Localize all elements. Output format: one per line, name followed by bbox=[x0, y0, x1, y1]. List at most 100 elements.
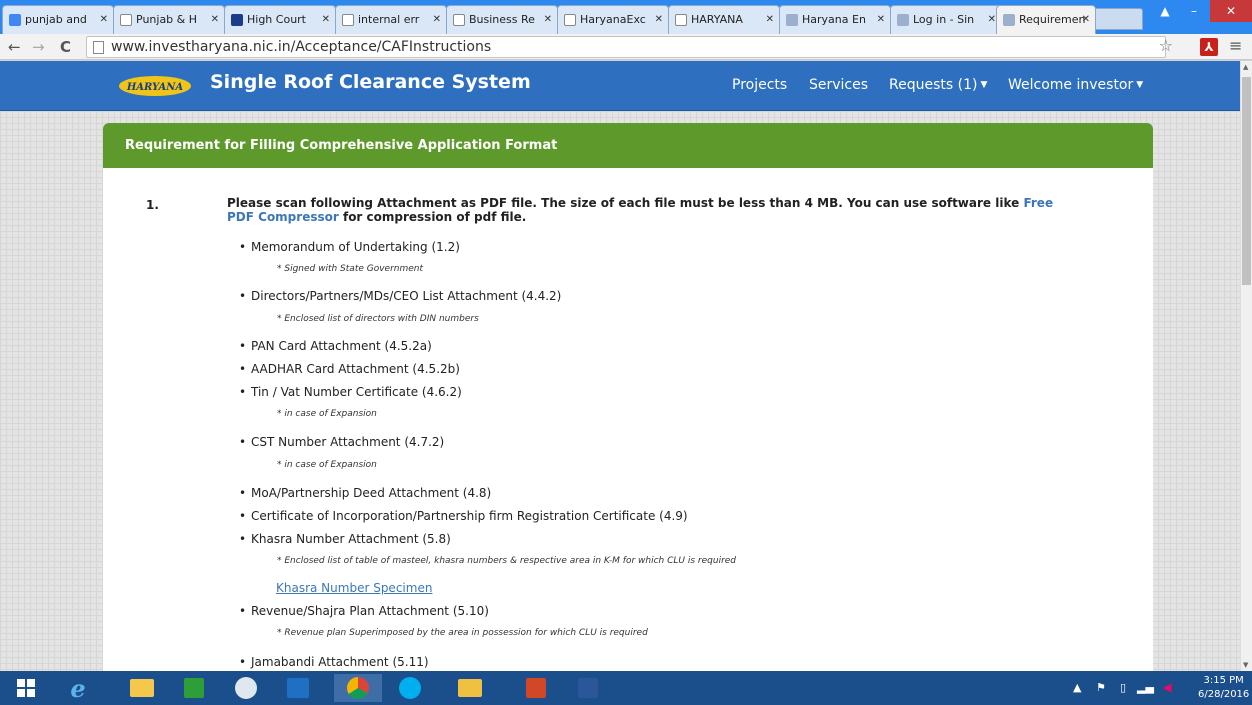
site-navbar: HARYANA Single Roof Clearance System Pro… bbox=[0, 61, 1240, 111]
close-tab-icon[interactable]: ✕ bbox=[766, 6, 774, 34]
khasra-specimen-link[interactable]: Khasra Number Specimen bbox=[276, 581, 432, 595]
browser-tab[interactable]: Log in - Sin ✕ bbox=[890, 5, 1002, 34]
scroll-down-icon[interactable]: ▼ bbox=[1243, 661, 1248, 669]
list-item: • Certificate of Incorporation/Partnershi… bbox=[239, 509, 688, 523]
powerpoint-icon[interactable] bbox=[512, 674, 560, 702]
list-item-note: * Revenue plan Superimposed by the area … bbox=[277, 628, 648, 638]
scrollbar-thumb[interactable] bbox=[1242, 77, 1251, 285]
new-tab-button[interactable] bbox=[1093, 8, 1143, 30]
close-tab-icon[interactable]: ✕ bbox=[988, 6, 996, 34]
step-number: 1. bbox=[146, 198, 159, 212]
browser-tab[interactable]: punjab and ✕ bbox=[2, 5, 114, 34]
nav-user-dropdown[interactable]: Welcome investor ▼ bbox=[1008, 77, 1143, 93]
browser-tab[interactable]: Punjab & H ✕ bbox=[113, 5, 225, 34]
close-tab-icon[interactable]: ✕ bbox=[877, 6, 885, 34]
page-scrollbar[interactable]: ▲ ▼ bbox=[1240, 61, 1252, 671]
word-icon[interactable] bbox=[564, 674, 612, 702]
address-bar[interactable]: www.investharyana.nic.in/Acceptance/CAFI… bbox=[86, 36, 1173, 58]
page-icon bbox=[1003, 14, 1015, 26]
file-explorer-icon[interactable] bbox=[118, 674, 166, 702]
close-tab-icon[interactable]: ✕ bbox=[433, 6, 441, 34]
page-icon bbox=[564, 14, 576, 26]
bookmark-star-icon[interactable]: ☆ bbox=[1159, 36, 1173, 56]
start-button[interactable] bbox=[2, 674, 50, 702]
folder-icon[interactable] bbox=[446, 674, 494, 702]
nav-services-link[interactable]: Services bbox=[809, 77, 868, 93]
list-item-note: * in case of Expansion bbox=[277, 460, 377, 470]
minimize-icon[interactable]: – bbox=[1180, 0, 1208, 22]
list-item: • Khasra Number Attachment (5.8) bbox=[239, 532, 451, 546]
browser-tab[interactable]: High Court ✕ bbox=[224, 5, 336, 34]
list-item: • Tin / Vat Number Certificate (4.6.2) bbox=[239, 385, 462, 399]
close-tab-icon[interactable]: ✕ bbox=[100, 6, 108, 34]
browser-toolbar: ← → C www.investharyana.nic.in/Acceptanc… bbox=[0, 34, 1252, 60]
skype-icon[interactable] bbox=[386, 674, 434, 702]
page-icon bbox=[675, 14, 687, 26]
taskbar-clock[interactable]: 3:15 PM 6/28/2016 bbox=[1198, 674, 1249, 702]
close-tab-icon[interactable]: ✕ bbox=[655, 6, 663, 34]
tray-expand-icon[interactable]: ▲ bbox=[1073, 681, 1081, 694]
list-item: • Directors/Partners/MDs/CEO List Attachm… bbox=[239, 289, 562, 303]
windows-logo-icon bbox=[17, 679, 35, 697]
instructions-panel: Requirement for Filling Comprehensive Ap… bbox=[103, 123, 1153, 683]
store-icon[interactable] bbox=[170, 674, 218, 702]
network-globe-icon[interactable] bbox=[222, 674, 270, 702]
close-tab-icon[interactable]: ✕ bbox=[322, 6, 330, 34]
close-tab-icon[interactable]: ✕ bbox=[1082, 6, 1090, 34]
browser-tab-strip: punjab and ✕ Punjab & H ✕ High Court ✕ i… bbox=[0, 0, 1252, 34]
list-item: • Memorandum of Undertaking (1.2) bbox=[239, 240, 460, 254]
page-icon bbox=[453, 14, 465, 26]
list-item-note: * Enclosed list of directors with DIN nu… bbox=[277, 314, 479, 324]
haryana-logo[interactable]: HARYANA bbox=[118, 75, 192, 97]
acrobat-extension-icon[interactable]: ⅄ bbox=[1200, 38, 1218, 56]
scroll-up-icon[interactable]: ▲ bbox=[1243, 63, 1248, 71]
page-icon bbox=[786, 14, 798, 26]
windows-taskbar: e ▲ ⚑ ▯ ▂▄ ◀ 3:15 PM 6/28/2016 bbox=[0, 671, 1252, 705]
page-icon bbox=[342, 14, 354, 26]
page-icon bbox=[897, 14, 909, 26]
list-item: • CST Number Attachment (4.7.2) bbox=[239, 435, 445, 449]
list-item-note: * Enclosed list of table of masteel, kha… bbox=[277, 556, 737, 566]
volume-icon[interactable]: ◀ bbox=[1163, 681, 1171, 694]
battery-icon[interactable]: ▯ bbox=[1120, 681, 1126, 694]
nav-projects-link[interactable]: Projects bbox=[732, 77, 787, 93]
browser-tab[interactable]: Business Re ✕ bbox=[446, 5, 558, 34]
caret-down-icon: ▼ bbox=[980, 80, 988, 90]
close-tab-icon[interactable]: ✕ bbox=[211, 6, 219, 34]
window-close-icon[interactable]: ✕ bbox=[1210, 0, 1252, 22]
list-item: • Jamabandi Attachment (5.11) bbox=[239, 655, 429, 669]
caret-down-icon: ▼ bbox=[1136, 80, 1144, 90]
google-icon bbox=[9, 14, 21, 26]
svg-text:HARYANA: HARYANA bbox=[126, 82, 184, 93]
back-arrow-icon[interactable]: ← bbox=[8, 37, 21, 57]
close-tab-icon[interactable]: ✕ bbox=[544, 6, 552, 34]
browser-tab[interactable]: internal err ✕ bbox=[335, 5, 447, 34]
action-center-flag-icon[interactable]: ⚑ bbox=[1096, 681, 1106, 694]
forward-arrow-icon[interactable]: → bbox=[32, 37, 45, 57]
page-icon bbox=[93, 41, 104, 54]
user-icon[interactable]: ▲ bbox=[1151, 0, 1179, 22]
browser-menu-icon[interactable]: ≡ bbox=[1229, 36, 1242, 55]
internet-explorer-icon[interactable]: e bbox=[54, 674, 102, 703]
site-favicon-icon bbox=[231, 14, 243, 26]
site-title[interactable]: Single Roof Clearance System bbox=[210, 71, 531, 93]
reload-icon[interactable]: C bbox=[60, 37, 71, 57]
list-item: • Revenue/Shajra Plan Attachment (5.10) bbox=[239, 604, 489, 618]
panel-heading: Requirement for Filling Comprehensive Ap… bbox=[103, 123, 1153, 168]
list-item: • MoA/Partnership Deed Attachment (4.8) bbox=[239, 486, 492, 500]
browser-tab[interactable]: HARYANA ✕ bbox=[668, 5, 780, 34]
chrome-icon[interactable] bbox=[334, 674, 382, 702]
page-icon bbox=[120, 14, 132, 26]
list-item: • PAN Card Attachment (4.5.2a) bbox=[239, 339, 432, 353]
intro-text: Please scan following Attachment as PDF … bbox=[227, 196, 1054, 224]
browser-tab[interactable]: HaryanaExc ✕ bbox=[557, 5, 669, 34]
browser-tab[interactable]: Haryana En ✕ bbox=[779, 5, 891, 34]
list-item: • AADHAR Card Attachment (4.5.2b) bbox=[239, 362, 460, 376]
list-item-note: * Signed with State Government bbox=[277, 264, 424, 274]
list-item-note: * in case of Expansion bbox=[277, 409, 377, 419]
browser-tab-active[interactable]: Requiremen ✕ bbox=[996, 5, 1096, 34]
signal-icon[interactable]: ▂▄ bbox=[1137, 681, 1154, 694]
outlook-icon[interactable] bbox=[274, 674, 322, 702]
url-text: www.investharyana.nic.in/Acceptance/CAFI… bbox=[111, 39, 492, 55]
nav-requests-dropdown[interactable]: Requests (1) ▼ bbox=[889, 77, 987, 93]
